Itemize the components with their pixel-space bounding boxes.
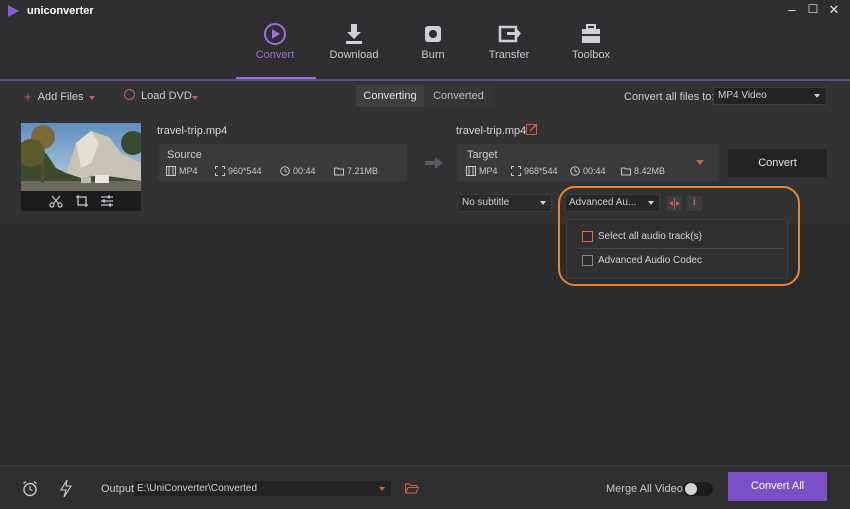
convert-all-to-label: Convert all files to:	[624, 91, 715, 103]
source-file-name: travel-trip.mp4	[157, 125, 228, 137]
alarm-clock-icon[interactable]	[22, 480, 38, 497]
tab-label: Download	[329, 49, 379, 61]
chevron-down-icon	[696, 160, 704, 165]
add-files-button[interactable]: + Add Files	[24, 89, 84, 104]
clock-icon	[280, 166, 290, 176]
add-files-label: Add Files	[37, 91, 84, 103]
convert-all-button[interactable]: Convert All	[728, 472, 827, 501]
tab-label: Toolbox	[572, 49, 610, 61]
target-duration: 00:44	[583, 166, 606, 176]
format-icon	[466, 166, 476, 176]
scissors-icon[interactable]	[49, 194, 63, 208]
folder-icon	[334, 167, 344, 176]
resolution-icon	[215, 166, 225, 176]
source-label: Source	[167, 149, 202, 161]
download-icon	[346, 24, 362, 44]
target-format-dropdown[interactable]	[688, 151, 712, 173]
dvd-icon	[124, 89, 135, 100]
folder-icon	[621, 167, 631, 176]
chevron-down-icon	[540, 201, 546, 205]
target-size: 8.42MB	[634, 166, 666, 176]
app-logo-icon	[8, 5, 19, 17]
toggle-knob	[685, 483, 697, 495]
burn-icon	[425, 26, 441, 42]
load-dvd-label: Load DVD	[141, 90, 192, 102]
close-button[interactable]: ✕	[826, 2, 842, 18]
edit-icon[interactable]	[526, 123, 538, 135]
load-dvd-dropdown-icon[interactable]	[192, 92, 198, 104]
open-folder-icon[interactable]	[405, 483, 419, 494]
merge-all-videos-label: Merge All Videos	[606, 483, 689, 495]
source-resolution: 960*544	[228, 166, 262, 176]
add-files-dropdown-icon[interactable]	[89, 92, 95, 104]
output-format-select[interactable]: MP4 Video	[713, 87, 827, 105]
chevron-down-icon	[379, 487, 385, 491]
source-duration: 00:44	[293, 166, 316, 176]
conversion-status-switch: Converting Converted	[356, 85, 493, 107]
high-speed-lightning-icon[interactable]	[60, 480, 72, 497]
minimize-button[interactable]: –	[784, 2, 800, 18]
subtitle-value: No subtitle	[462, 197, 510, 208]
tab-toolbox[interactable]: Toolbox	[551, 20, 631, 78]
tab-download[interactable]: Download	[314, 20, 394, 78]
load-dvd-button[interactable]: Load DVD	[124, 89, 192, 102]
effects-adjust-icon[interactable]	[100, 194, 114, 208]
tab-label: Transfer	[488, 49, 530, 61]
convert-button[interactable]: Convert	[728, 149, 827, 177]
source-format: MP4	[179, 166, 198, 176]
output-format-value: MP4 Video	[718, 90, 767, 101]
chevron-down-icon	[814, 94, 820, 98]
highlight-annotation	[558, 186, 800, 286]
app-name: uniconverter	[27, 5, 94, 17]
thumbnail-toolbar	[21, 191, 141, 211]
transfer-icon	[498, 25, 521, 43]
target-format: MP4	[479, 166, 498, 176]
convert-icon	[264, 23, 286, 45]
target-resolution: 968*544	[524, 166, 558, 176]
output-label: Output	[101, 483, 135, 495]
tab-burn[interactable]: Burn	[393, 20, 473, 78]
tab-convert[interactable]: Convert	[235, 20, 315, 78]
toolbox-icon	[582, 24, 600, 43]
add-icon: +	[24, 89, 32, 104]
tab-label: Convert	[255, 49, 295, 61]
source-size: 7.21MB	[347, 166, 379, 176]
subtitle-select[interactable]: No subtitle	[458, 194, 552, 212]
format-icon	[166, 166, 176, 176]
crop-icon[interactable]	[75, 194, 89, 208]
converted-tab[interactable]: Converted	[424, 85, 493, 107]
tab-transfer[interactable]: Transfer	[469, 20, 549, 78]
output-path-select[interactable]: E:\UniConverter\Converted	[134, 481, 391, 496]
arrow-right-icon	[425, 157, 443, 169]
maximize-button[interactable]: ☐	[805, 1, 821, 17]
tab-label: Burn	[421, 49, 445, 61]
output-path-value: E:\UniConverter\Converted	[137, 483, 258, 494]
clock-icon	[570, 166, 580, 176]
target-label: Target	[467, 149, 498, 161]
thumbnail-image	[21, 123, 141, 191]
converting-tab[interactable]: Converting	[356, 85, 424, 107]
resolution-icon	[511, 166, 521, 176]
target-file-name: travel-trip.mp4	[456, 125, 527, 137]
